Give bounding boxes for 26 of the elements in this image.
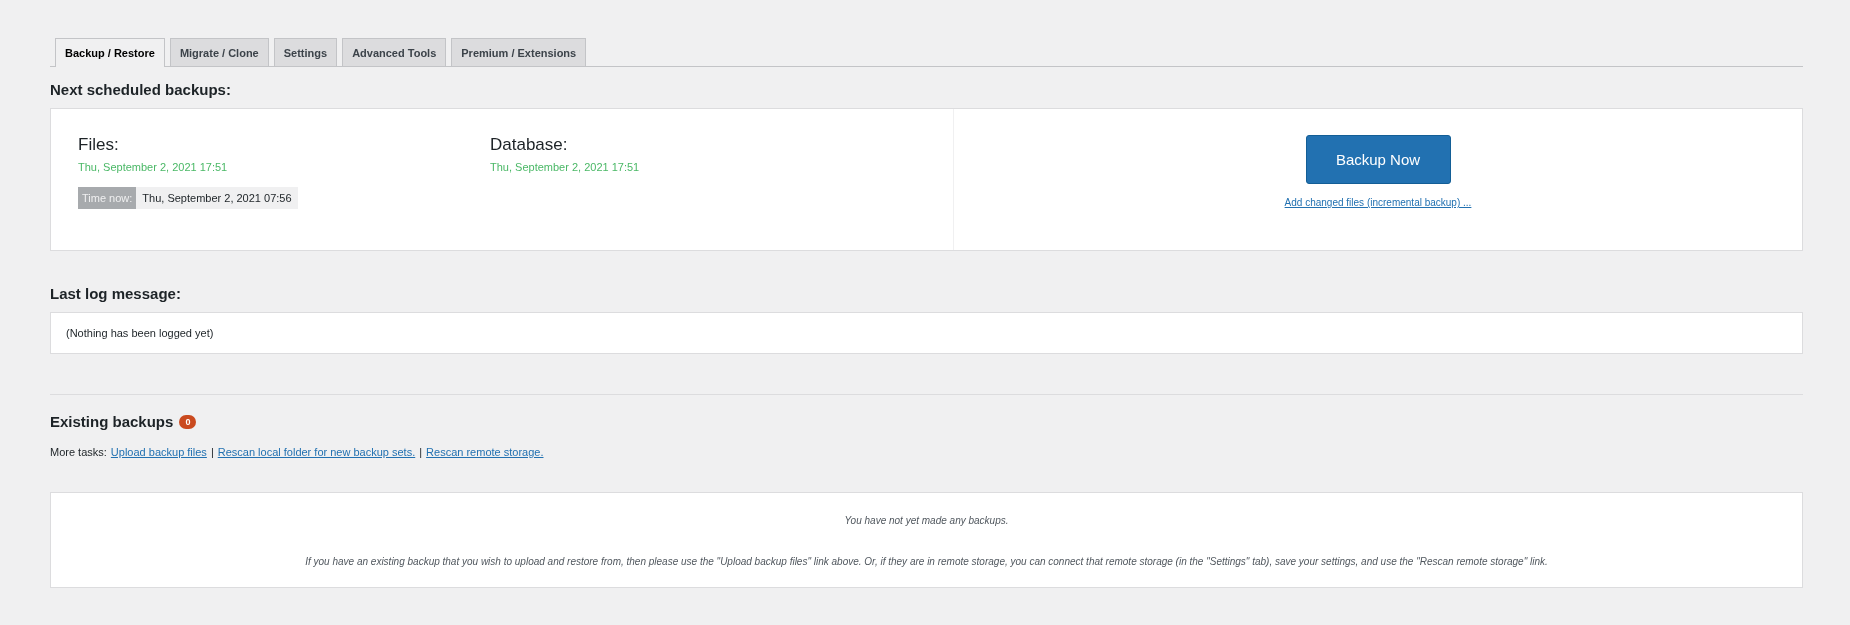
task-link[interactable]: Upload backup files	[110, 446, 207, 458]
section-heading: Next scheduled backups:	[50, 81, 232, 98]
database-time: Thu, September 2, 2021 17:51	[490, 161, 641, 173]
section-heading: Existing backups	[50, 413, 174, 430]
incremental-backup-link[interactable]: Add changed files (incremental backup) ...	[1284, 197, 1472, 208]
task-link[interactable]: Rescan remote storage.	[426, 446, 544, 458]
section-heading: Last log message:	[50, 285, 182, 302]
files-time: Thu, September 2, 2021 17:51	[78, 161, 229, 173]
time-now-value: Thu, September 2, 2021 07:56	[136, 187, 298, 209]
database-label: Database:	[490, 135, 569, 155]
more-tasks-label: More tasks:	[50, 446, 107, 458]
files-label: Files:	[78, 135, 120, 155]
separator: |	[419, 446, 423, 458]
tab[interactable]: Backup / Restore	[55, 38, 165, 67]
help-text: If you have an existing backup that you wish to upload and restore from, then please use the "Upload backup files" link above. Or, if they are in remote storage, you can connect that remote storage (in the "Settings" tab), save your settings, and use the "Rescan remote storage" link.	[304, 556, 1549, 567]
tab[interactable]: Premium / Extensions	[451, 38, 587, 66]
task-link[interactable]: Rescan local folder for new backup sets.	[217, 446, 416, 458]
time-now-label: Time now:	[78, 187, 137, 209]
tab[interactable]: Migrate / Clone	[169, 38, 269, 66]
tab[interactable]: Settings	[273, 38, 338, 66]
empty-message: You have not yet made any backups.	[843, 515, 1010, 526]
separator: |	[210, 446, 214, 458]
tab[interactable]: Advanced Tools	[342, 38, 447, 66]
backup-now-button[interactable]: Backup Now	[1305, 135, 1451, 184]
count-badge: 0	[179, 414, 197, 429]
log-message: (Nothing has been logged yet)	[66, 327, 214, 339]
